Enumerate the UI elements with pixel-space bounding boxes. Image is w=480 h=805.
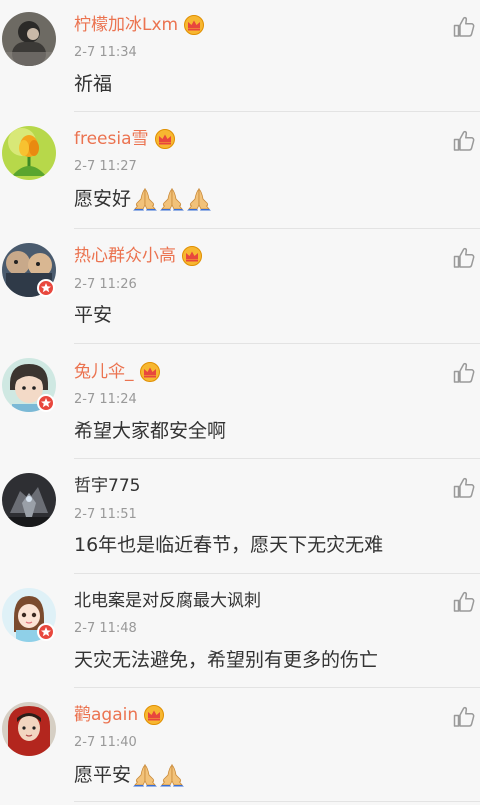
avatar[interactable] <box>2 702 56 756</box>
thumbs-up-icon[interactable] <box>452 361 476 385</box>
username-text[interactable]: 兔儿伞_ <box>74 361 134 383</box>
divider <box>74 458 480 459</box>
username[interactable]: 哲宇775 <box>74 475 140 497</box>
divider <box>74 228 480 229</box>
divider <box>74 801 480 802</box>
username[interactable]: 北电案是对反腐最大讽刺 <box>74 590 261 612</box>
comment-text-content: 愿平安 <box>74 764 132 786</box>
comment-list: 柠檬加冰Lxm 2-7 11:34 祈福 freesia雪 2-7 11:27 … <box>0 0 480 805</box>
username[interactable]: 鹳again <box>74 704 165 726</box>
comment-time: 2-7 11:24 <box>74 392 137 407</box>
username[interactable]: 柠檬加冰Lxm <box>74 14 205 36</box>
username[interactable]: freesia雪 <box>74 128 176 150</box>
comment-text-content: 平安 <box>74 304 113 326</box>
username[interactable]: 热心群众小高 <box>74 245 203 267</box>
comment-time: 2-7 11:27 <box>74 159 137 174</box>
comment-text-content: 愿安好 <box>74 188 132 210</box>
thumbs-up-icon[interactable] <box>452 129 476 153</box>
praying-hands-icon <box>132 763 158 787</box>
comment-text: 祈福 <box>74 71 112 97</box>
comment-text: 愿安好 <box>74 186 212 212</box>
comment-text-content: 16年也是临近春节，愿天下无灾无难 <box>74 534 384 556</box>
praying-hands-icon <box>159 763 185 787</box>
divider <box>74 687 480 688</box>
username-text[interactable]: 哲宇775 <box>74 475 140 497</box>
comment-text-content: 天灾无法避免，希望别有更多的伤亡 <box>74 649 379 671</box>
comment-text-content: 希望大家都安全啊 <box>74 420 227 442</box>
comment-time: 2-7 11:48 <box>74 621 137 636</box>
comment-text: 平安 <box>74 302 112 328</box>
thumbs-up-icon[interactable] <box>452 705 476 729</box>
comment-time: 2-7 11:34 <box>74 45 137 60</box>
vip-crown-icon <box>183 15 205 35</box>
verified-badge-icon <box>37 623 55 641</box>
thumbs-up-icon[interactable] <box>452 246 476 270</box>
comment-time: 2-7 11:40 <box>74 735 137 750</box>
comment-text: 天灾无法避免，希望别有更多的伤亡 <box>74 647 378 673</box>
username-text[interactable]: 热心群众小高 <box>74 245 176 267</box>
comment-text: 愿平安 <box>74 762 185 788</box>
praying-hands-icon <box>132 187 158 211</box>
comment-text: 16年也是临近春节，愿天下无灾无难 <box>74 532 383 558</box>
avatar[interactable] <box>2 12 56 66</box>
vip-crown-icon <box>143 705 165 725</box>
verified-badge-icon <box>37 394 55 412</box>
thumbs-up-icon[interactable] <box>452 476 476 500</box>
thumbs-up-icon[interactable] <box>452 590 476 614</box>
username-text[interactable]: 鹳again <box>74 704 138 726</box>
vip-crown-icon <box>154 129 176 149</box>
verified-badge-icon <box>37 279 55 297</box>
comment-time: 2-7 11:51 <box>74 507 137 522</box>
username-text[interactable]: freesia雪 <box>74 128 149 150</box>
praying-hands-icon <box>186 187 212 211</box>
vip-crown-icon <box>139 362 161 382</box>
username[interactable]: 兔儿伞_ <box>74 361 161 383</box>
comment-text: 希望大家都安全啊 <box>74 418 226 444</box>
thumbs-up-icon[interactable] <box>452 15 476 39</box>
divider <box>74 573 480 574</box>
username-text[interactable]: 北电案是对反腐最大讽刺 <box>74 590 261 612</box>
username-text[interactable]: 柠檬加冰Lxm <box>74 14 178 36</box>
avatar[interactable] <box>2 126 56 180</box>
praying-hands-icon <box>159 187 185 211</box>
comment-text-content: 祈福 <box>74 73 113 95</box>
avatar[interactable] <box>2 473 56 527</box>
divider <box>74 343 480 344</box>
divider <box>74 111 480 112</box>
comment-time: 2-7 11:26 <box>74 277 137 292</box>
vip-crown-icon <box>181 246 203 266</box>
